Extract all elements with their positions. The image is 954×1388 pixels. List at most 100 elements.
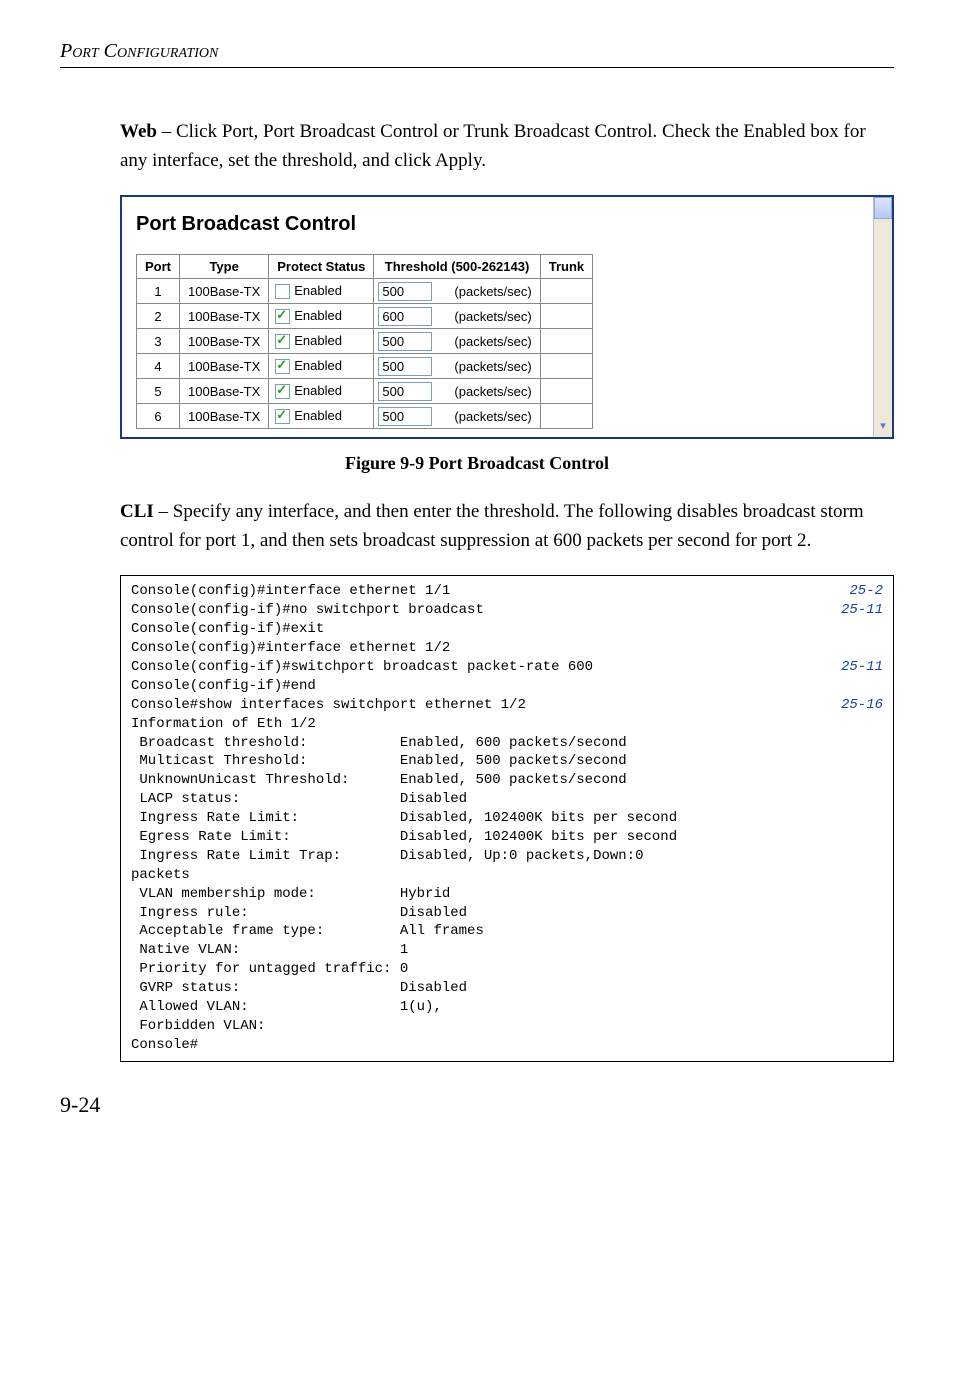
threshold-input[interactable] [378, 382, 432, 401]
protect-cell: Enabled [269, 404, 374, 429]
cli-ref: 25-16 [841, 696, 883, 715]
cli-line: 25-16Console#show interfaces switchport … [131, 696, 883, 715]
threshold-input[interactable] [378, 357, 432, 376]
cli-line: Allowed VLAN: 1(u), [131, 998, 883, 1017]
cli-line: Ingress Rate Limit Trap: Disabled, Up:0 … [131, 847, 883, 866]
protect-cell: Enabled [269, 279, 374, 304]
col-threshold: Threshold (500-262143) [374, 255, 540, 279]
cli-line: Native VLAN: 1 [131, 941, 883, 960]
cli-line: Console(config-if)#exit [131, 620, 883, 639]
type-cell: 100Base-TX [180, 329, 269, 354]
enabled-label: Enabled [294, 358, 342, 373]
port-cell: 3 [137, 329, 180, 354]
cli-ref: 25-11 [841, 601, 883, 620]
cli-line: 25-2Console(config)#interface ethernet 1… [131, 582, 883, 601]
cli-line: Forbidden VLAN: [131, 1017, 883, 1036]
cli-line: Information of Eth 1/2 [131, 715, 883, 734]
cli-ref: 25-2 [849, 582, 883, 601]
threshold-input[interactable] [378, 407, 432, 426]
threshold-unit: (packets/sec) [446, 329, 540, 354]
section-header: Port Configuration [60, 40, 894, 68]
table-row: 3100Base-TX Enabled (packets/sec) [137, 329, 593, 354]
cli-line: LACP status: Disabled [131, 790, 883, 809]
threshold-unit: (packets/sec) [446, 304, 540, 329]
enabled-checkbox[interactable] [275, 384, 290, 399]
table-row: 5100Base-TXEnabled(packets/sec) [137, 379, 593, 404]
threshold-unit: (packets/sec) [446, 279, 540, 304]
type-cell: 100Base-TX [180, 304, 269, 329]
col-port: Port [137, 255, 180, 279]
panel-title: Port Broadcast Control [136, 213, 878, 236]
protect-cell: Enabled [269, 329, 374, 354]
screenshot-frame: Port Broadcast Control Port Type Protect… [120, 195, 894, 439]
enabled-checkbox[interactable] [275, 359, 290, 374]
type-cell: 100Base-TX [180, 379, 269, 404]
port-cell: 2 [137, 304, 180, 329]
table-row: 6100Base-TX Enabled (packets/sec) [137, 404, 593, 429]
web-intro: Web – Click Port, Port Broadcast Control… [120, 118, 894, 175]
cli-line: 25-11Console(config-if)#no switchport br… [131, 601, 883, 620]
threshold-input[interactable] [378, 332, 432, 351]
scroll-down-icon[interactable]: ▾ [874, 419, 892, 437]
cli-line: Egress Rate Limit: Disabled, 102400K bit… [131, 828, 883, 847]
cli-intro-text: Specify any interface, and then enter th… [120, 501, 864, 551]
table-row: 1100Base-TXEnabled(packets/sec) [137, 279, 593, 304]
enabled-label: Enabled [294, 308, 342, 323]
page-number: 9-24 [60, 1092, 894, 1118]
cli-line: UnknownUnicast Threshold: Enabled, 500 p… [131, 771, 883, 790]
enabled-checkbox[interactable] [275, 334, 290, 349]
cli-line: Ingress Rate Limit: Disabled, 102400K bi… [131, 809, 883, 828]
cli-ref: 25-11 [841, 658, 883, 677]
cli-line: Broadcast threshold: Enabled, 600 packet… [131, 734, 883, 753]
cli-intro: CLI – Specify any interface, and then en… [120, 498, 894, 555]
enabled-label: Enabled [294, 333, 342, 348]
type-cell: 100Base-TX [180, 354, 269, 379]
threshold-cell [374, 279, 447, 304]
col-type: Type [180, 255, 269, 279]
enabled-checkbox[interactable] [275, 309, 290, 324]
web-intro-text: Click Port, Port Broadcast Control or Tr… [120, 121, 866, 171]
col-trunk: Trunk [540, 255, 592, 279]
scrollbar[interactable]: ▾ [873, 197, 892, 437]
trunk-cell [540, 304, 592, 329]
scroll-up-icon[interactable] [874, 197, 892, 219]
port-cell: 5 [137, 379, 180, 404]
cli-line: Ingress rule: Disabled [131, 904, 883, 923]
type-cell: 100Base-TX [180, 404, 269, 429]
table-row: 2100Base-TX Enabled (packets/sec) [137, 304, 593, 329]
trunk-cell [540, 404, 592, 429]
figure-caption: Figure 9-9 Port Broadcast Control [60, 453, 894, 474]
threshold-input[interactable] [378, 307, 432, 326]
enabled-checkbox[interactable] [275, 409, 290, 424]
trunk-cell [540, 279, 592, 304]
cli-line: Multicast Threshold: Enabled, 500 packet… [131, 752, 883, 771]
trunk-cell [540, 354, 592, 379]
table-row: 4100Base-TXEnabled(packets/sec) [137, 354, 593, 379]
threshold-cell [374, 379, 447, 404]
cli-line: VLAN membership mode: Hybrid [131, 885, 883, 904]
cli-output: 25-2 Console(config)#interface ethernet 1… [120, 575, 894, 1061]
cli-line: packets [131, 866, 883, 885]
cli-line: Console(config-if)#end [131, 677, 883, 696]
protect-cell: Enabled [269, 304, 374, 329]
threshold-cell [374, 304, 447, 329]
cli-line: 25-11Console(config-if)#switchport broad… [131, 658, 883, 677]
threshold-cell [374, 329, 447, 354]
type-cell: 100Base-TX [180, 279, 269, 304]
enabled-checkbox[interactable] [275, 284, 290, 299]
threshold-unit: (packets/sec) [446, 404, 540, 429]
threshold-cell [374, 404, 447, 429]
protect-cell: Enabled [269, 379, 374, 404]
port-cell: 6 [137, 404, 180, 429]
ports-table: Port Type Protect Status Threshold (500-… [136, 254, 593, 429]
cli-line: Acceptable frame type: All frames [131, 922, 883, 941]
enabled-label: Enabled [294, 408, 342, 423]
threshold-input[interactable] [378, 282, 432, 301]
cli-line: Console(config)#interface ethernet 1/2 [131, 639, 883, 658]
cli-line: Priority for untagged traffic: 0 [131, 960, 883, 979]
enabled-label: Enabled [294, 283, 342, 298]
port-cell: 4 [137, 354, 180, 379]
col-protect: Protect Status [269, 255, 374, 279]
threshold-cell [374, 354, 447, 379]
trunk-cell [540, 379, 592, 404]
